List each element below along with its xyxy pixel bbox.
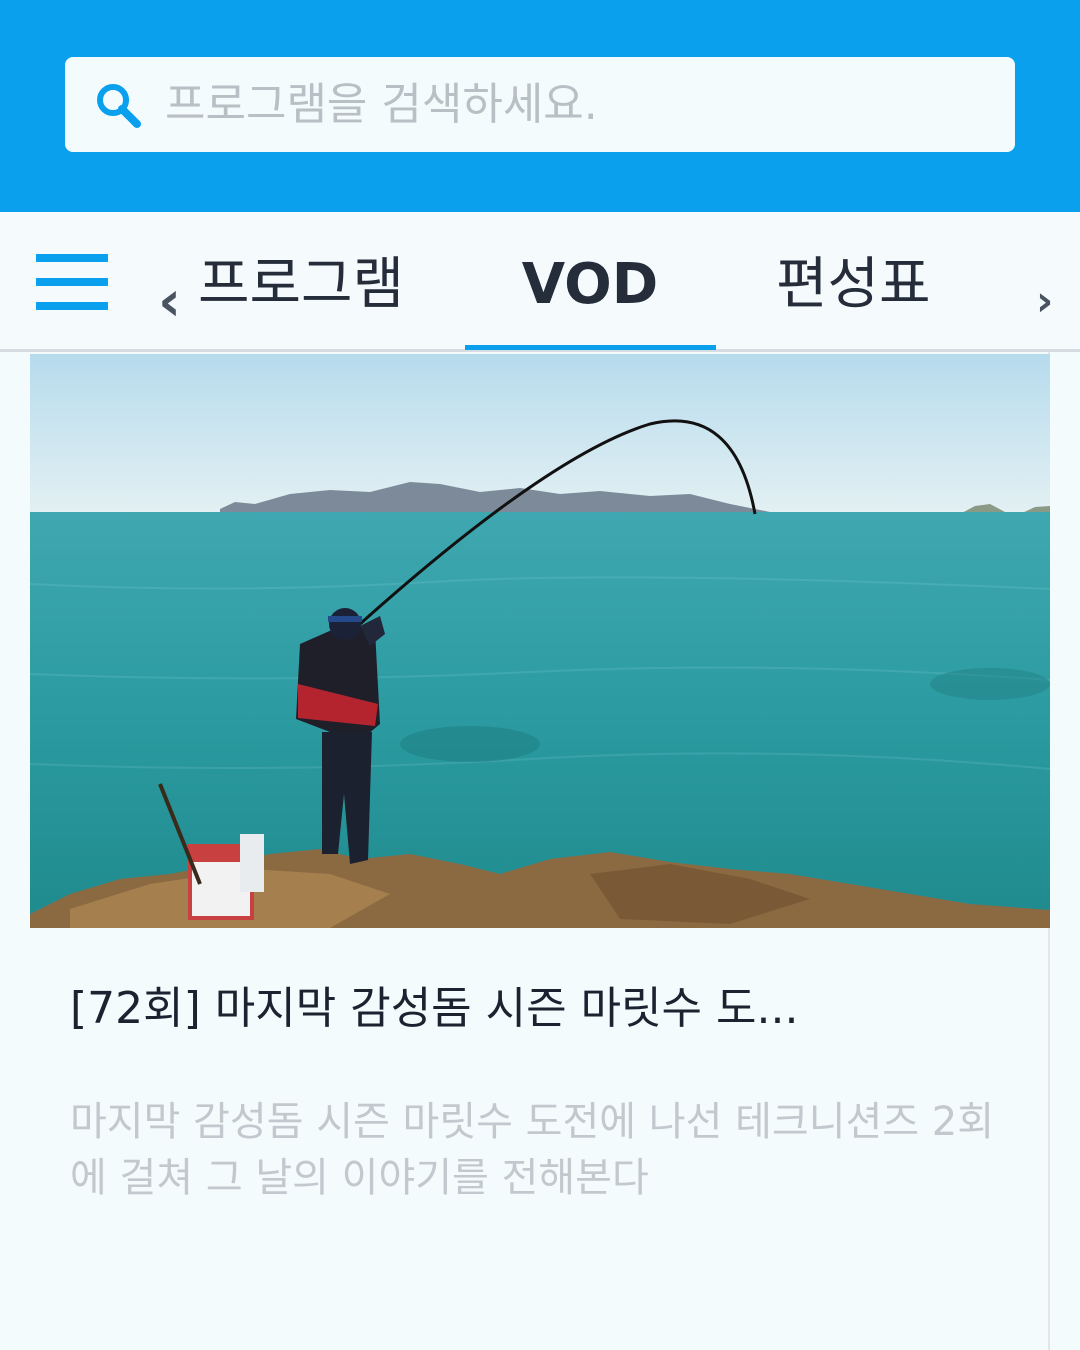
tab-schedule[interactable]: 편성표 bbox=[776, 252, 931, 318]
video-thumbnail[interactable] bbox=[30, 354, 1050, 928]
vod-card[interactable]: [72회] 마지막 감성돔 시즌 마릿수 도... 마지막 감성돔 시즌 마릿수… bbox=[30, 352, 1050, 1350]
search-input[interactable] bbox=[165, 71, 985, 137]
hamburger-menu-icon[interactable] bbox=[36, 254, 108, 314]
tab-nav: ‹ 프로그램 VOD 편성표 › bbox=[0, 212, 1080, 352]
search-bar[interactable] bbox=[65, 57, 1015, 152]
chevron-left-icon[interactable]: ‹ bbox=[158, 274, 181, 330]
tab-vod[interactable]: VOD bbox=[465, 252, 715, 318]
search-icon[interactable] bbox=[95, 82, 143, 130]
video-description: 마지막 감성돔 시즌 마릿수 도전에 나선 테크니션즈 2회에 걸쳐 그 날의 … bbox=[70, 1099, 995, 1201]
video-title[interactable]: [72회] 마지막 감성돔 시즌 마릿수 도... bbox=[70, 972, 1030, 1036]
tab-programs[interactable]: 프로그램 bbox=[198, 252, 404, 318]
active-tab-indicator bbox=[465, 345, 716, 350]
top-bar bbox=[0, 0, 1080, 212]
chevron-right-icon[interactable]: › bbox=[1036, 280, 1053, 322]
